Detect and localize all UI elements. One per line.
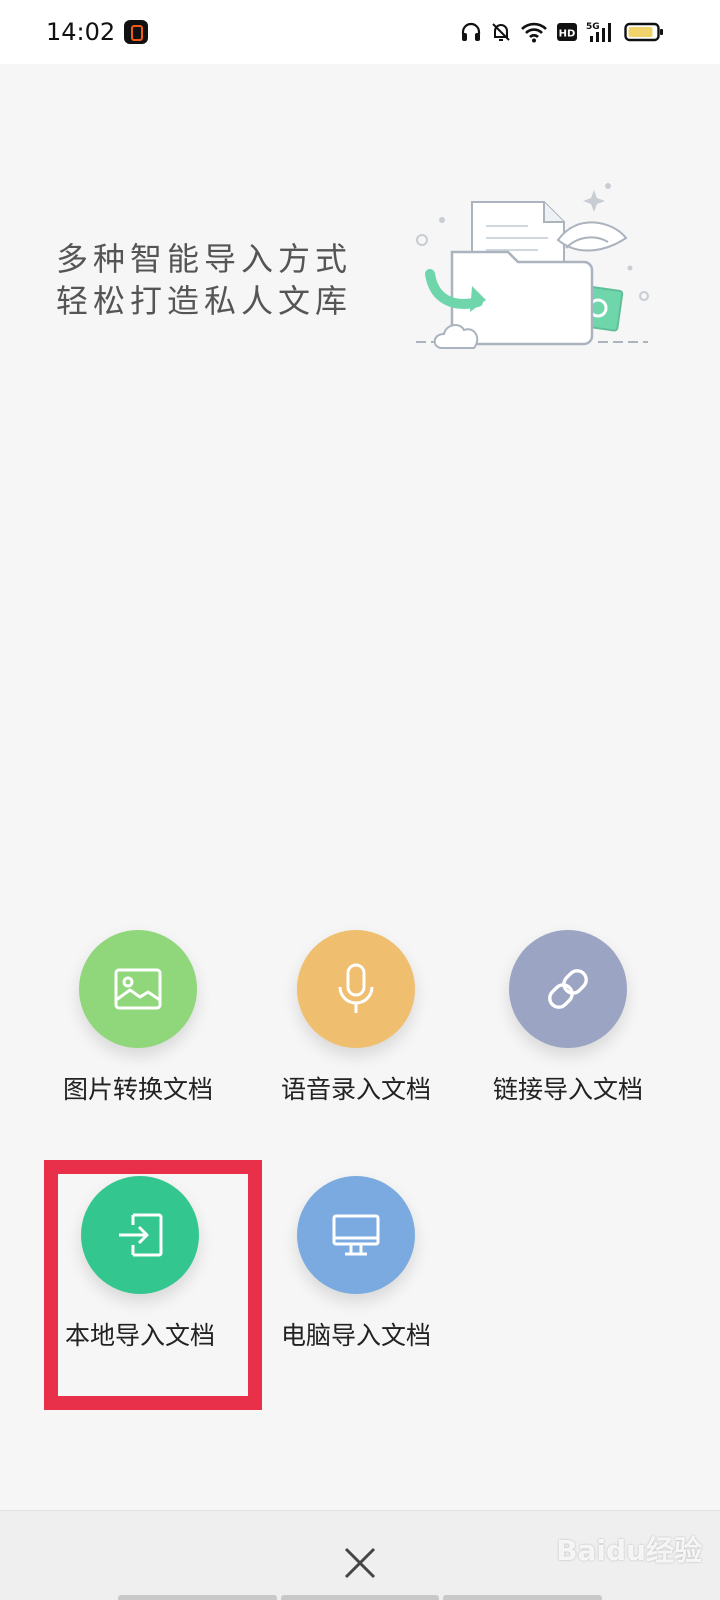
bell-muted-icon bbox=[492, 23, 510, 41]
battery-icon bbox=[624, 22, 663, 42]
status-time: 14:02 bbox=[46, 18, 116, 46]
close-icon bbox=[344, 1547, 376, 1579]
link-import-button[interactable] bbox=[509, 930, 627, 1048]
network-label: 5G bbox=[586, 22, 600, 32]
banner-slogan: 多种智能导入方式 轻松打造私人文库 bbox=[56, 238, 376, 322]
link-icon bbox=[548, 969, 588, 1009]
computer-import-button[interactable] bbox=[297, 1176, 415, 1294]
import-document-screen: 14:02 HD 5G 多种智能导入方式 轻松打造私人文库 图片转换文档 语音录… bbox=[0, 0, 720, 1600]
close-button[interactable] bbox=[330, 1533, 390, 1593]
import-icon bbox=[119, 1213, 163, 1257]
image-convert-label: 图片转换文档 bbox=[62, 1075, 213, 1104]
folder-import-illustration bbox=[416, 183, 649, 349]
local-import-option[interactable]: 本地导入文档 bbox=[40, 1176, 240, 1356]
local-import-button[interactable] bbox=[81, 1176, 199, 1294]
local-import-label: 本地导入文档 bbox=[64, 1321, 215, 1350]
computer-import-label: 电脑导入文档 bbox=[280, 1321, 431, 1350]
image-convert-button[interactable] bbox=[79, 930, 197, 1048]
status-icons: HD 5G bbox=[460, 16, 664, 48]
5g-signal-icon: 5G bbox=[586, 22, 611, 42]
app-notification-icon bbox=[124, 20, 148, 44]
monitor-icon bbox=[332, 1214, 380, 1256]
navigation-handle[interactable] bbox=[118, 1595, 603, 1600]
wifi-icon bbox=[521, 22, 547, 43]
hd-icon: HD bbox=[557, 23, 577, 41]
computer-import-option[interactable]: 电脑导入文档 bbox=[256, 1176, 456, 1356]
image-convert-option[interactable]: 图片转换文档 bbox=[38, 930, 238, 1110]
headset-icon bbox=[461, 22, 481, 41]
voice-input-option[interactable]: 语音录入文档 bbox=[256, 930, 456, 1110]
bottom-bar: Baidu经验 bbox=[0, 1510, 720, 1600]
status-bar: 14:02 HD 5G bbox=[0, 0, 720, 64]
image-icon bbox=[114, 968, 162, 1010]
link-import-label: 链接导入文档 bbox=[492, 1075, 643, 1104]
hd-label: HD bbox=[559, 29, 576, 40]
watermark: Baidu经验 bbox=[556, 1534, 702, 1567]
banner-line-2: 轻松打造私人文库 bbox=[56, 282, 353, 320]
microphone-icon bbox=[338, 963, 374, 1013]
link-import-option[interactable]: 链接导入文档 bbox=[468, 930, 668, 1110]
voice-input-label: 语音录入文档 bbox=[280, 1075, 431, 1104]
banner-line-1: 多种智能导入方式 bbox=[56, 240, 353, 278]
voice-input-button[interactable] bbox=[297, 930, 415, 1048]
